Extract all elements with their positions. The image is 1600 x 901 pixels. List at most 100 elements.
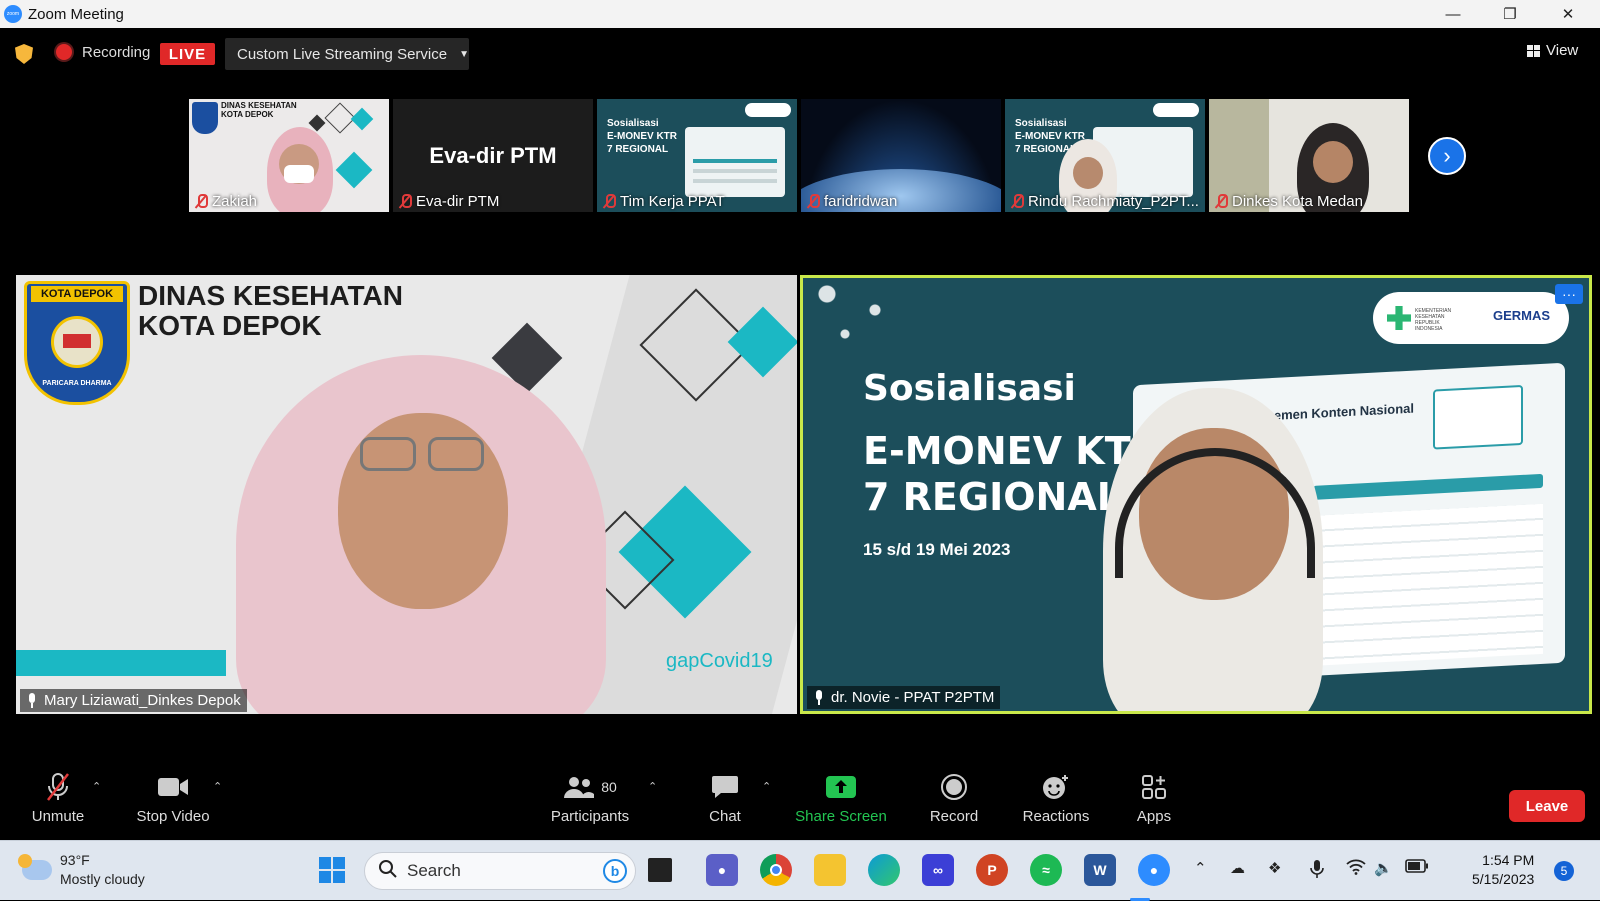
weather-widget[interactable]: 93°F Mostly cloudy [18,851,145,889]
participant-name-display: Eva-dir PTM [429,143,557,168]
mic-muted-icon [45,770,71,804]
chevron-up-icon[interactable]: ⌃ [213,780,222,793]
thumbnail-name: Eva-dir PTM [399,193,499,210]
volume-icon[interactable]: 🔈 [1374,859,1393,877]
onedrive-cloud-icon[interactable]: ☁ [1230,859,1245,877]
tile-name-label: dr. Novie - PPAT P2PTM [807,686,1001,709]
spotify-icon[interactable]: ≈ [1030,854,1062,886]
chevron-up-icon[interactable]: ⌃ [648,780,657,793]
minimize-icon[interactable]: — [1425,0,1481,28]
participant-thumbnail[interactable]: faridridwan [801,99,1001,212]
reactions-label: Reactions [1022,808,1090,825]
zoom-app-icon: zoom [4,5,22,23]
live-stream-service-dropdown[interactable]: Custom Live Streaming Service ▼ [225,38,469,70]
taskbar-clock[interactable]: 1:54 PM 5/15/2023 [1472,851,1534,889]
windows-start-icon[interactable] [316,854,348,886]
weather-condition: Mostly cloudy [60,871,145,887]
participant-thumbnail[interactable]: Eva-dir PTM Eva-dir PTM [393,99,593,212]
restore-icon[interactable]: ❐ [1482,0,1538,28]
chevron-up-icon[interactable]: ⌃ [92,780,101,793]
unmute-label: Unmute [31,808,85,825]
task-view-icon[interactable] [648,858,672,882]
powerpoint-icon[interactable]: P [976,854,1008,886]
window-title: Zoom Meeting [28,5,124,23]
participant-thumbnail[interactable]: Sosialisasi E-MONEV KTR 7 REGIONAL Rindu… [1005,99,1205,212]
recording-dot-icon [56,44,72,60]
record-label: Record [929,808,979,825]
search-icon [379,859,397,883]
notification-count-badge[interactable]: 5 [1554,861,1574,881]
participants-count: 80 [601,779,617,795]
next-page-arrow-icon[interactable]: › [1428,137,1466,175]
participants-icon: 80 [563,770,617,804]
recording-label: Recording [82,44,151,61]
participant-thumbnail[interactable]: Sosialisasi E-MONEV KTR 7 REGIONAL Tim K… [597,99,797,212]
record-button[interactable]: Record [926,770,982,825]
apps-button[interactable]: Apps [1134,770,1174,825]
partly-cloudy-icon [18,854,52,880]
reactions-smile-icon [1041,770,1071,804]
chrome-icon[interactable] [760,854,792,886]
video-tile-mary[interactable]: gapCovid19 KOTA DEPOK PARICARA DHARMA DI… [16,275,797,714]
thumbnail-name: Tim Kerja PPAT [603,193,725,210]
stream-service-label: Custom Live Streaming Service [237,45,448,63]
weather-temp: 93°F [60,852,90,868]
participant-thumbnail[interactable]: DINAS KESEHATAN KOTA DEPOK Zakiah [189,99,389,212]
stop-video-button[interactable]: Stop Video [132,770,214,825]
thumbnail-name: Zakiah [195,193,257,210]
file-explorer-icon[interactable] [814,854,846,886]
microphone-icon[interactable] [1310,859,1324,883]
mic-muted-icon [1011,194,1024,209]
participants-label: Participants [550,808,630,825]
paint-splash-decor [803,278,923,358]
visual-studio-icon[interactable]: ∞ [922,854,954,886]
record-icon [940,770,968,804]
participant-thumbnail[interactable]: Dinkes Kota Medan [1209,99,1409,212]
battery-icon[interactable] [1405,859,1429,877]
security-shield-icon[interactable] [15,44,33,64]
meeting-topbar: Recording LIVE Custom Live Streaming Ser… [0,28,1600,80]
participants-button[interactable]: 80 Participants [545,770,635,825]
view-button[interactable]: View [1527,42,1578,59]
close-icon[interactable]: ✕ [1540,0,1596,28]
chat-bubble-icon [711,770,739,804]
more-options-button[interactable]: ··· [1555,284,1583,304]
thumbnail-name: Dinkes Kota Medan [1215,193,1363,210]
zoom-taskbar-icon[interactable]: ● [1138,854,1170,886]
taskbar-search-input[interactable]: Search b [364,852,636,890]
edge-icon[interactable] [868,854,900,886]
mic-icon [26,693,38,708]
reactions-button[interactable]: Reactions [1020,770,1092,825]
slide-text: Sosialisasi E-MONEV KTR 7 REGIONAL [607,118,677,155]
sponsor-logos: KEMENTERIAN KESEHATAN REPUBLIK INDONESIA… [1373,292,1569,344]
live-badge: LIVE [160,43,215,65]
wifi-icon[interactable] [1346,859,1366,879]
kemenkes-logo-text: KEMENTERIAN KESEHATAN REPUBLIK INDONESIA [1415,308,1452,332]
slide-title: Sosialisasi [863,368,1076,409]
teal-bar [16,650,226,676]
germas-logo-text: GERMAS [1493,308,1551,323]
video-camera-icon [157,770,189,804]
apps-label: Apps [1136,808,1172,825]
teams-icon[interactable]: ● [706,854,738,886]
leave-button[interactable]: Leave [1509,790,1585,822]
unmute-button[interactable]: Unmute [28,770,88,825]
mic-muted-icon [399,194,412,209]
share-screen-button[interactable]: Share Screen [795,770,887,825]
search-placeholder: Search [407,861,461,880]
dropbox-icon[interactable]: ❖ [1268,859,1281,877]
word-icon[interactable]: W [1084,854,1116,886]
chat-label: Chat [709,808,741,825]
stop-video-label: Stop Video [136,808,210,825]
seal-badge: KOTA DEPOK [31,286,123,302]
chat-button[interactable]: Chat [700,770,750,825]
thumbnail-header: DINAS KESEHATAN KOTA DEPOK [221,101,297,119]
participant-thumbnail-strip: DINAS KESEHATAN KOTA DEPOK Zakiah Eva-di… [189,99,1409,212]
chevron-up-icon[interactable]: ⌃ [1194,859,1207,877]
mic-icon [813,690,825,705]
apps-icon [1141,770,1167,804]
share-screen-label: Share Screen [795,808,887,825]
bing-icon: b [603,859,627,883]
chevron-up-icon[interactable]: ⌃ [762,780,771,793]
video-tile-novie-active-speaker[interactable]: Sosialisasi E-MONEV KTR 7 REGIONAL 15 s/… [800,275,1592,714]
